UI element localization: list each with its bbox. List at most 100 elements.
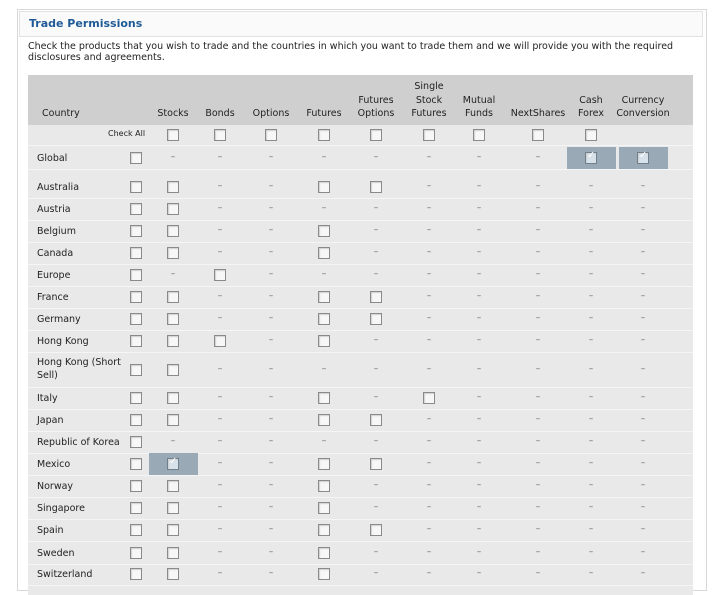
not-available-dash: – — [535, 225, 541, 235]
not-available-dash: – — [321, 436, 327, 446]
check-all-futures-options-checkbox[interactable] — [370, 129, 382, 141]
row-select-checkbox[interactable] — [130, 392, 142, 404]
permission-checkbox[interactable] — [167, 363, 179, 376]
permission-checkbox[interactable] — [167, 335, 179, 347]
permission-checkbox[interactable] — [167, 181, 179, 193]
permission-checkbox-checked[interactable] — [637, 150, 649, 164]
not-available-dash: – — [217, 247, 223, 257]
check-all-futures-checkbox[interactable] — [318, 129, 330, 141]
permission-checkbox[interactable] — [318, 313, 330, 325]
country-label: Australia — [37, 181, 80, 193]
check-all-bonds-checkbox[interactable] — [214, 129, 226, 141]
row-select-checkbox[interactable] — [130, 414, 142, 426]
not-available-dash: – — [588, 568, 594, 578]
permission-checkbox-checked[interactable] — [585, 150, 597, 164]
permission-checkbox[interactable] — [214, 335, 226, 347]
permission-checkbox[interactable] — [370, 181, 382, 193]
row-select-checkbox[interactable] — [130, 291, 142, 303]
not-available-dash: – — [426, 203, 432, 213]
not-available-dash: – — [588, 291, 594, 301]
country-label: Global — [37, 152, 68, 164]
row-select-checkbox[interactable] — [130, 436, 142, 448]
permission-checkbox[interactable] — [167, 480, 179, 492]
permissions-grid: Country Stocks Bonds Options Futures Futures… — [28, 75, 693, 595]
permission-checkbox[interactable] — [370, 291, 382, 303]
table-row: Switzerland – – – – – – – – — [28, 563, 693, 586]
row-select-checkbox[interactable] — [130, 547, 142, 559]
table-row: Italy – – – – – – – — [28, 387, 693, 410]
not-available-dash: – — [640, 502, 646, 512]
permission-checkbox[interactable] — [318, 414, 330, 426]
permission-checkbox[interactable] — [370, 414, 382, 426]
permission-checkbox[interactable] — [167, 568, 179, 580]
not-available-dash: – — [268, 291, 274, 301]
not-available-dash: – — [476, 502, 482, 512]
row-select-checkbox[interactable] — [130, 568, 142, 580]
check-all-label: Check All — [108, 129, 146, 138]
check-all-mutual-funds-checkbox[interactable] — [473, 129, 485, 141]
permission-checkbox[interactable] — [167, 524, 179, 536]
permission-checkbox[interactable] — [214, 269, 226, 281]
permission-checkbox[interactable] — [318, 225, 330, 237]
header-single-stock-futures-line: Single — [414, 81, 444, 92]
permission-checkbox[interactable] — [318, 458, 330, 470]
permission-checkbox[interactable] — [318, 547, 330, 559]
permission-checkbox[interactable] — [318, 291, 330, 303]
not-available-dash: – — [588, 436, 594, 446]
row-select-checkbox[interactable] — [130, 480, 142, 492]
trade-permissions-panel: Trade Permissions Check the products tha… — [17, 9, 707, 595]
permission-checkbox[interactable] — [370, 524, 382, 536]
check-all-stocks-checkbox[interactable] — [167, 129, 179, 141]
permission-checkbox[interactable] — [167, 291, 179, 303]
permission-checkbox[interactable] — [318, 524, 330, 536]
check-all-single-stock-futures-checkbox[interactable] — [423, 129, 435, 141]
row-select-checkbox[interactable] — [130, 203, 142, 215]
permission-checkbox[interactable] — [318, 335, 330, 347]
not-available-dash: – — [373, 547, 379, 557]
permission-checkbox[interactable] — [167, 225, 179, 237]
permission-checkbox[interactable] — [318, 568, 330, 580]
not-available-dash: – — [426, 436, 432, 446]
permission-checkbox[interactable] — [167, 547, 179, 559]
not-available-dash: – — [268, 414, 274, 424]
not-available-dash: – — [373, 225, 379, 235]
row-select-checkbox[interactable] — [130, 247, 142, 259]
row-select-checkbox[interactable] — [130, 524, 142, 536]
permission-checkbox[interactable] — [167, 313, 179, 325]
permission-checkbox-checked[interactable] — [167, 456, 179, 470]
permission-checkbox[interactable] — [318, 247, 330, 259]
permission-checkbox[interactable] — [167, 414, 179, 426]
row-select-checkbox[interactable] — [130, 458, 142, 470]
permission-checkbox[interactable] — [423, 392, 435, 404]
permission-checkbox[interactable] — [370, 313, 382, 325]
check-all-nextshares-checkbox[interactable] — [532, 129, 544, 141]
permission-checkbox[interactable] — [318, 392, 330, 404]
row-select-checkbox[interactable] — [130, 225, 142, 237]
permission-checkbox[interactable] — [167, 502, 179, 514]
not-available-dash: – — [588, 414, 594, 424]
permission-checkbox[interactable] — [167, 203, 179, 215]
permission-checkbox[interactable] — [167, 392, 179, 404]
permission-checkbox[interactable] — [318, 502, 330, 514]
not-available-dash: – — [217, 458, 223, 468]
row-select-checkbox[interactable] — [130, 335, 142, 347]
row-select-checkbox[interactable] — [130, 181, 142, 193]
not-available-dash: – — [217, 225, 223, 235]
country-label: Belgium — [37, 225, 76, 237]
check-all-options-checkbox[interactable] — [265, 129, 277, 141]
table-row: Hong Kong – – – – – – – — [28, 330, 693, 353]
permission-checkbox[interactable] — [167, 247, 179, 259]
intro-text: Check the products that you wish to trad… — [28, 41, 674, 63]
row-select-checkbox[interactable] — [130, 313, 142, 325]
permission-checkbox[interactable] — [318, 181, 330, 193]
check-all-cash-forex-checkbox[interactable] — [585, 129, 597, 141]
not-available-dash: – — [640, 480, 646, 490]
row-select-checkbox[interactable] — [130, 502, 142, 514]
permission-checkbox[interactable] — [370, 458, 382, 470]
permission-checkbox[interactable] — [318, 480, 330, 492]
row-select-checkbox[interactable] — [130, 152, 142, 164]
row-select-checkbox[interactable] — [130, 269, 142, 281]
row-select-checkbox[interactable] — [130, 363, 142, 376]
page-title: Trade Permissions — [29, 17, 143, 30]
country-label: Canada — [37, 247, 74, 259]
